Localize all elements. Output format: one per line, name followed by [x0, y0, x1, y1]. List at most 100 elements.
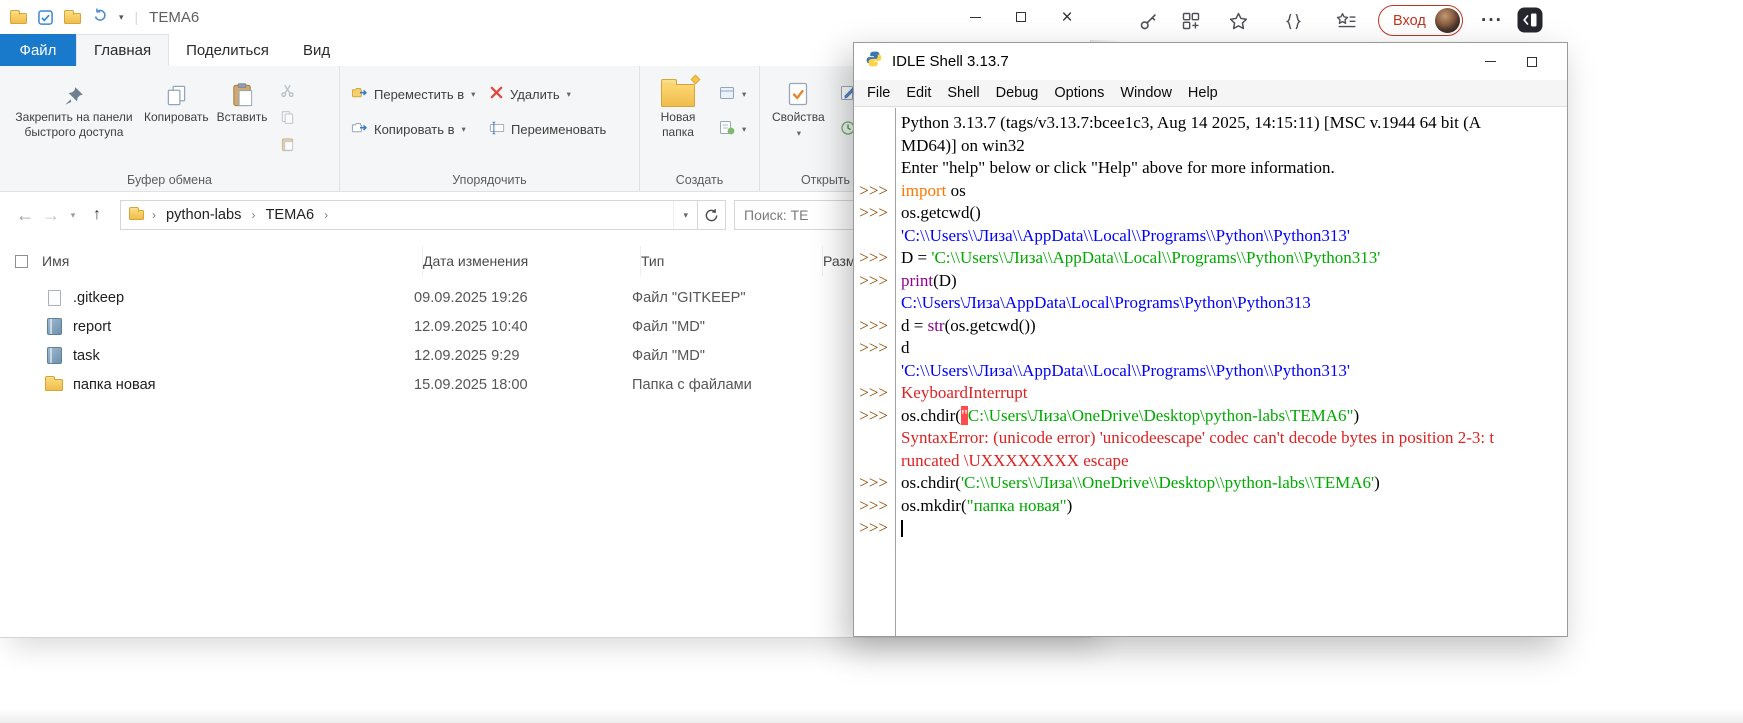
signin-button[interactable]: Вход: [1378, 5, 1463, 36]
column-modified[interactable]: Дата изменения: [422, 246, 640, 276]
favorites-bar-icon[interactable]: [1334, 9, 1358, 33]
breadcrumb: ›python-labs›ТЕМА6›: [150, 207, 673, 223]
tab-file[interactable]: Файл: [0, 34, 76, 66]
avatar: [1435, 8, 1460, 33]
group-label-create: Создать: [640, 173, 759, 187]
breadcrumb-item[interactable]: ТЕМА6: [259, 207, 320, 223]
file-type: Файл "MD": [632, 319, 814, 335]
more-icon[interactable]: ···: [1480, 9, 1504, 33]
paste-shortcut-icon[interactable]: [280, 137, 295, 157]
collections-icon[interactable]: [1179, 9, 1203, 33]
delete-button[interactable]: Удалить ▾: [486, 82, 626, 106]
menu-edit[interactable]: Edit: [898, 85, 939, 101]
desktop: Вход ··· ▾ | ТЕМА6 ×: [0, 0, 1743, 723]
tab-share[interactable]: Поделиться: [169, 34, 286, 66]
history-dropdown-icon[interactable]: ▾: [64, 210, 82, 221]
tab-view[interactable]: Вид: [286, 34, 347, 66]
copy-button[interactable]: Копировать: [140, 72, 213, 128]
select-all-checkbox[interactable]: [15, 255, 28, 268]
ribbon-group-create: Новая папка ▾ ▾: [640, 66, 760, 191]
cut-icon[interactable]: [280, 83, 295, 103]
shell-text-area[interactable]: Python 3.13.7 (tags/v3.13.7:bcee1c3, Aug…: [854, 108, 1567, 636]
breadcrumb-chevron-icon: ›: [150, 208, 158, 222]
breadcrumb-item[interactable]: python-labs: [160, 207, 247, 223]
easy-access-button[interactable]: ▾: [716, 117, 749, 141]
key-icon[interactable]: [1136, 9, 1160, 33]
prompt-gutter-divider: [895, 108, 896, 636]
minimize-button[interactable]: [952, 0, 998, 34]
explorer-app-icon: [10, 13, 27, 24]
shell-line: >>>d = str(os.getcwd()): [854, 315, 1567, 338]
shell-prompt: >>>: [854, 337, 894, 360]
idle-minimize-button[interactable]: [1469, 43, 1511, 80]
properties-button[interactable]: Свойства ▾: [768, 72, 829, 142]
idle-titlebar[interactable]: IDLE Shell 3.13.7: [854, 43, 1567, 80]
pin-to-quick-access-button[interactable]: Закрепить на панели быстрого доступа: [8, 72, 140, 143]
titlebar-separator: |: [135, 9, 139, 25]
shell-prompt: [854, 292, 894, 315]
file-name: папка новая: [64, 377, 414, 393]
shell-line: MD64)] on win32: [854, 135, 1567, 158]
menu-options[interactable]: Options: [1046, 85, 1112, 101]
menu-window[interactable]: Window: [1112, 85, 1180, 101]
paste-button[interactable]: Вставить: [213, 72, 272, 128]
forward-button[interactable]: →: [38, 205, 64, 226]
shell-line: >>>: [854, 517, 1567, 541]
column-name[interactable]: Имя: [42, 246, 422, 276]
copy-path-icon[interactable]: [280, 110, 295, 130]
address-dropdown-icon[interactable]: ▾: [673, 201, 697, 229]
explorer-titlebar[interactable]: ▾ | ТЕМА6 ×: [0, 0, 1090, 34]
up-button[interactable]: ↑: [82, 206, 112, 224]
menu-debug[interactable]: Debug: [988, 85, 1047, 101]
menu-help[interactable]: Help: [1180, 85, 1226, 101]
chevron-down-icon: ▾: [462, 124, 466, 135]
file-type: Файл "GITKEEP": [632, 290, 814, 306]
shell-line: >>>KeyboardInterrupt: [854, 382, 1567, 405]
shell-prompt: >>>: [854, 270, 894, 293]
shell-prompt: >>>: [854, 247, 894, 270]
chevron-down-icon: ▾: [742, 89, 746, 100]
qat-dropdown-icon[interactable]: ▾: [119, 12, 124, 23]
file-name: report: [64, 319, 414, 335]
shell-line: runcated \UXXXXXXXX escape: [854, 450, 1567, 473]
new-item-button[interactable]: ▾: [716, 82, 749, 106]
refresh-button[interactable]: [698, 200, 726, 230]
shell-prompt: [854, 225, 894, 248]
shell-line: >>>D = 'C:\\Users\\Лиза\\AppData\\Local\…: [854, 247, 1567, 270]
shell-line: Python 3.13.7 (tags/v3.13.7:bcee1c3, Aug…: [854, 112, 1567, 135]
shell-prompt: [854, 360, 894, 383]
signin-label: Вход: [1393, 13, 1426, 29]
shell-line: 'C:\\Users\\Лиза\\AppData\\Local\\Progra…: [854, 360, 1567, 383]
delete-label: Удалить: [510, 87, 560, 102]
new-folder-button[interactable]: Новая папка: [648, 72, 708, 143]
file-modified: 12.09.2025 10:40: [414, 319, 632, 335]
back-button[interactable]: ←: [12, 205, 38, 226]
sidebar-icon[interactable]: [1517, 7, 1543, 33]
group-label-organize: Упорядочить: [340, 173, 639, 187]
new-folder-quick-icon[interactable]: [64, 13, 81, 24]
rename-label: Переименовать: [511, 122, 606, 137]
tab-home[interactable]: Главная: [76, 34, 169, 66]
new-item-icon: [719, 85, 735, 104]
file-icon: [44, 290, 64, 306]
favorites-icon[interactable]: [1226, 9, 1250, 33]
idle-maximize-button[interactable]: [1511, 43, 1553, 80]
column-type[interactable]: Тип: [640, 246, 822, 276]
search-text: Поиск: ТЕ: [744, 207, 808, 223]
properties-quick-icon[interactable]: [38, 10, 53, 25]
shell-line: >>>os.chdir('C:\\Users\\Лиза\\OneDrive\\…: [854, 472, 1567, 495]
extensions-icon[interactable]: [1281, 9, 1305, 33]
rename-button[interactable]: Переименовать: [486, 117, 626, 141]
menu-shell[interactable]: Shell: [939, 85, 987, 101]
move-to-button[interactable]: Переместить в ▾: [348, 82, 486, 106]
menu-file[interactable]: File: [859, 85, 898, 101]
address-bar[interactable]: ›python-labs›ТЕМА6› ▾: [120, 200, 698, 230]
file-modified: 15.09.2025 18:00: [414, 377, 632, 393]
shell-line: C:\Users\Лиза\AppData\Local\Programs\Pyt…: [854, 292, 1567, 315]
easy-access-icon: [719, 120, 735, 139]
maximize-button[interactable]: [998, 0, 1044, 34]
paste-icon: [230, 75, 255, 107]
redo-quick-icon[interactable]: [92, 7, 108, 28]
copy-to-button[interactable]: Копировать в ▾: [348, 117, 486, 141]
close-button[interactable]: ×: [1044, 0, 1090, 34]
